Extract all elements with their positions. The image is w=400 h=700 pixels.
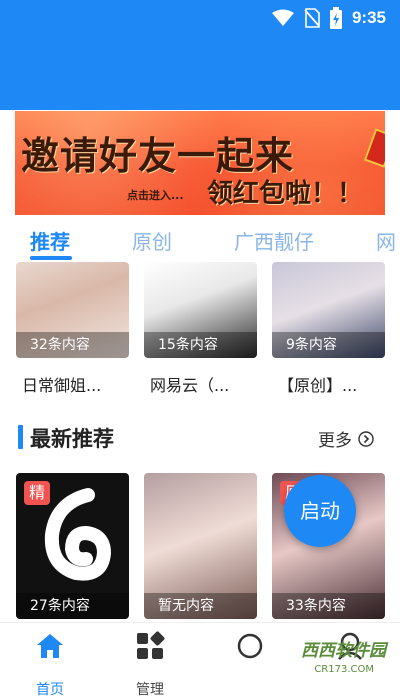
card-count: 27条内容 [16,593,129,619]
card-title: 网易云（... [150,376,230,395]
card-thumbnail: 15条内容 [144,262,257,358]
site-watermark-url: CR173.COM [314,664,374,675]
banner-red-packet-text: 领红包啦！！ [207,179,364,209]
card-count: 32条内容 [16,332,129,358]
card-thumbnail: 9条内容 [272,262,385,358]
nav-home[interactable]: 首页 [10,631,90,698]
chevron-right-circle-icon [358,430,374,447]
section-accent-bar [18,425,23,449]
tab-more-partial[interactable]: 网 [376,226,396,255]
nav-home-label: 首页 [36,682,64,698]
card-title: 【原创】... [278,376,358,395]
nav-manage[interactable]: 管理 [110,631,190,698]
banner-subtitle: 点击进入... [127,189,184,202]
card-thumbnail: 暂无内容 [144,473,257,619]
card-count: 33条内容 [272,593,385,619]
more-link[interactable]: 更多 [318,426,374,451]
home-icon [37,634,63,658]
collection-card[interactable]: 15条内容 网易云（... [144,262,257,402]
collection-card[interactable]: 精 27条内容 [16,473,129,619]
status-bar: 9:35 [0,0,400,36]
app-bar [0,36,400,110]
card-thumbnail: 精 27条内容 [16,473,129,619]
tab-recommend[interactable]: 推荐 [30,226,70,255]
site-watermark: 西西软件园 [301,641,386,661]
status-icons: 9:35 [271,6,386,30]
grid-icon [137,631,165,659]
category-tabs: 推荐 原创 广西靓仔 网 [0,218,400,262]
status-time: 9:35 [351,8,386,27]
collection-card[interactable]: 暂无内容 [144,473,257,619]
nav-manage-label: 管理 [136,682,164,698]
card-thumbnail: 32条内容 [16,262,129,358]
red-packet-icon [363,128,385,168]
launch-fab-button[interactable]: 启动 [284,475,356,547]
banner-title: 邀请好友一起来 [21,134,295,178]
nav-icon-3 [237,633,263,659]
featured-badge: 精 [24,481,50,505]
tab-guangxi[interactable]: 广西靓仔 [234,226,314,255]
card-count: 15条内容 [144,332,257,358]
card-title: 日常御姐... [22,376,102,395]
more-label: 更多 [318,431,352,451]
collection-card[interactable]: 9条内容 【原创】... [272,262,385,402]
tab-indicator [30,256,72,260]
card-count: 暂无内容 [144,593,257,619]
collection-card[interactable]: 32条内容 日常御姐... [16,262,129,402]
nav-item-3[interactable] [210,631,290,665]
tab-original[interactable]: 原创 [132,226,172,255]
bottom-navigation: 首页 管理 [0,622,400,700]
battery-charging-icon [329,7,342,29]
section-title: 最新推荐 [30,427,114,451]
promo-banner[interactable]: 邀请好友一起来 点击进入... 领红包啦！！ [15,111,385,215]
wifi-icon [271,9,294,26]
no-sim-icon [304,8,320,28]
card-count: 9条内容 [272,332,385,358]
